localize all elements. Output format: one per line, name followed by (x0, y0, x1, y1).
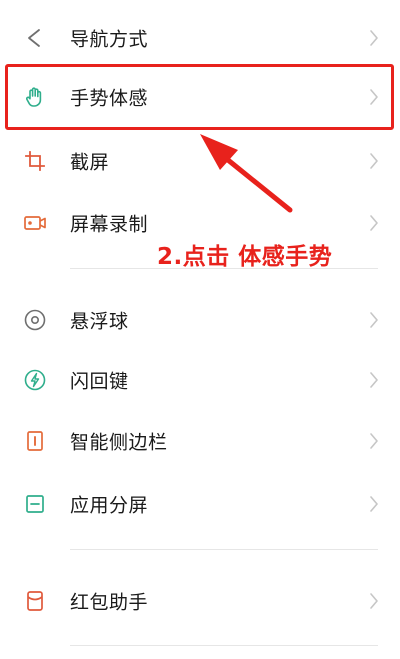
chevron-right-icon (368, 311, 380, 329)
navigation-back-icon (22, 25, 48, 51)
chevron-right-icon (368, 29, 380, 47)
red-envelope-icon (22, 588, 48, 614)
menu-item-label: 闪回键 (70, 370, 129, 393)
menu-item-label: 红包助手 (70, 591, 149, 614)
chevron-right-icon (368, 152, 380, 170)
flashback-key-icon (22, 367, 48, 393)
split-screen-icon (22, 491, 48, 517)
chevron-right-icon (368, 495, 380, 513)
floating-ball-icon (22, 307, 48, 333)
menu-item-floating-ball[interactable]: 悬浮球 (0, 290, 400, 350)
highlight-box (5, 64, 394, 130)
menu-item-navigation-mode[interactable]: 导航方式 (0, 8, 400, 68)
menu-item-label: 智能侧边栏 (70, 431, 168, 454)
section-divider (70, 645, 378, 646)
annotation-text: 2.点击 体感手势 (157, 244, 333, 270)
menu-item-split-screen[interactable]: 应用分屏 (0, 474, 400, 534)
chevron-right-icon (368, 592, 380, 610)
menu-item-flashback-key[interactable]: 闪回键 (0, 350, 400, 410)
menu-item-label: 截屏 (70, 151, 110, 174)
menu-item-smart-sidebar[interactable]: 智能侧边栏 (0, 411, 400, 471)
screen-record-icon (22, 210, 48, 236)
menu-item-label: 屏幕录制 (70, 213, 149, 236)
settings-page: 导航方式 手势体感 截屏 屏幕录制 悬浮球 闪回键 智能侧边栏 应用分屏 红包助… (0, 0, 400, 659)
menu-item-label: 应用分屏 (70, 494, 149, 517)
annotation-arrow-icon (190, 128, 300, 218)
chevron-right-icon (368, 214, 380, 232)
smart-sidebar-icon (22, 428, 48, 454)
chevron-right-icon (368, 432, 380, 450)
menu-item-label: 悬浮球 (70, 310, 129, 333)
menu-item-red-envelope-assistant[interactable]: 红包助手 (0, 571, 400, 631)
chevron-right-icon (368, 371, 380, 389)
section-divider (70, 549, 378, 550)
crop-screenshot-icon (22, 148, 48, 174)
menu-item-label: 导航方式 (70, 28, 149, 51)
